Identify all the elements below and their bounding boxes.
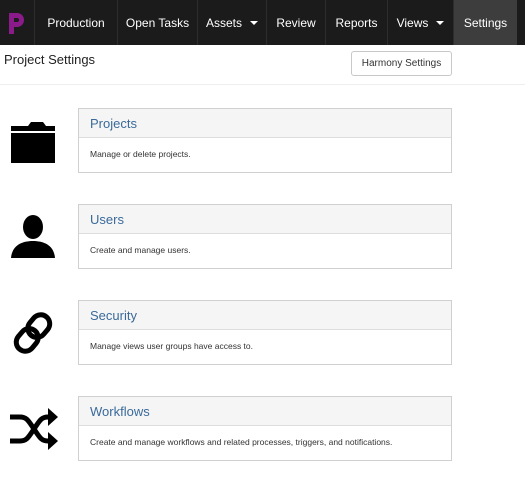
link-icon — [8, 308, 58, 358]
folder-icon — [8, 118, 58, 168]
workflows-link[interactable]: Workflows — [79, 397, 451, 426]
nav-settings[interactable]: Settings — [453, 0, 517, 45]
top-navbar: Production Open Tasks Assets Review Repo… — [0, 0, 525, 45]
users-card: Users Create and manage users. — [78, 204, 452, 269]
logo-icon — [9, 12, 24, 34]
nav-open-tasks-label: Open Tasks — [125, 15, 190, 30]
nav-open-tasks[interactable]: Open Tasks — [117, 0, 197, 45]
projects-description: Manage or delete projects. — [90, 149, 191, 159]
workflows-card: Workflows Create and manage workflows an… — [78, 396, 452, 461]
workflows-description: Create and manage workflows and related … — [90, 437, 393, 447]
nav-review-label: Review — [276, 15, 316, 30]
security-card: Security Manage views user groups have a… — [78, 300, 452, 365]
nav-reports[interactable]: Reports — [325, 0, 387, 45]
nav-views[interactable]: Views — [387, 0, 453, 45]
page-title: Project Settings — [4, 52, 96, 67]
security-description: Manage views user groups have access to. — [90, 341, 254, 351]
users-link[interactable]: Users — [79, 205, 451, 234]
nav-settings-label: Settings — [463, 15, 508, 30]
user-icon — [8, 210, 58, 260]
security-link[interactable]: Security — [79, 301, 451, 330]
nav-production[interactable]: Production — [34, 0, 117, 45]
projects-card: Projects Manage or delete projects. — [78, 108, 452, 173]
nav-production-label: Production — [47, 15, 105, 30]
nav-assets-label: Assets — [205, 15, 242, 30]
views-caret-icon — [436, 20, 445, 25]
shuffle-icon — [8, 405, 58, 455]
harmony-settings-button[interactable]: Harmony Settings — [351, 51, 452, 76]
nav-assets[interactable]: Assets — [197, 0, 266, 45]
nav-reports-label: Reports — [335, 15, 378, 30]
nav-review[interactable]: Review — [266, 0, 325, 45]
header-divider — [0, 84, 525, 85]
projects-link[interactable]: Projects — [79, 109, 451, 138]
nav-views-label: Views — [396, 15, 429, 30]
assets-caret-icon — [250, 20, 258, 25]
users-description: Create and manage users. — [90, 245, 191, 255]
logo[interactable] — [0, 0, 34, 45]
